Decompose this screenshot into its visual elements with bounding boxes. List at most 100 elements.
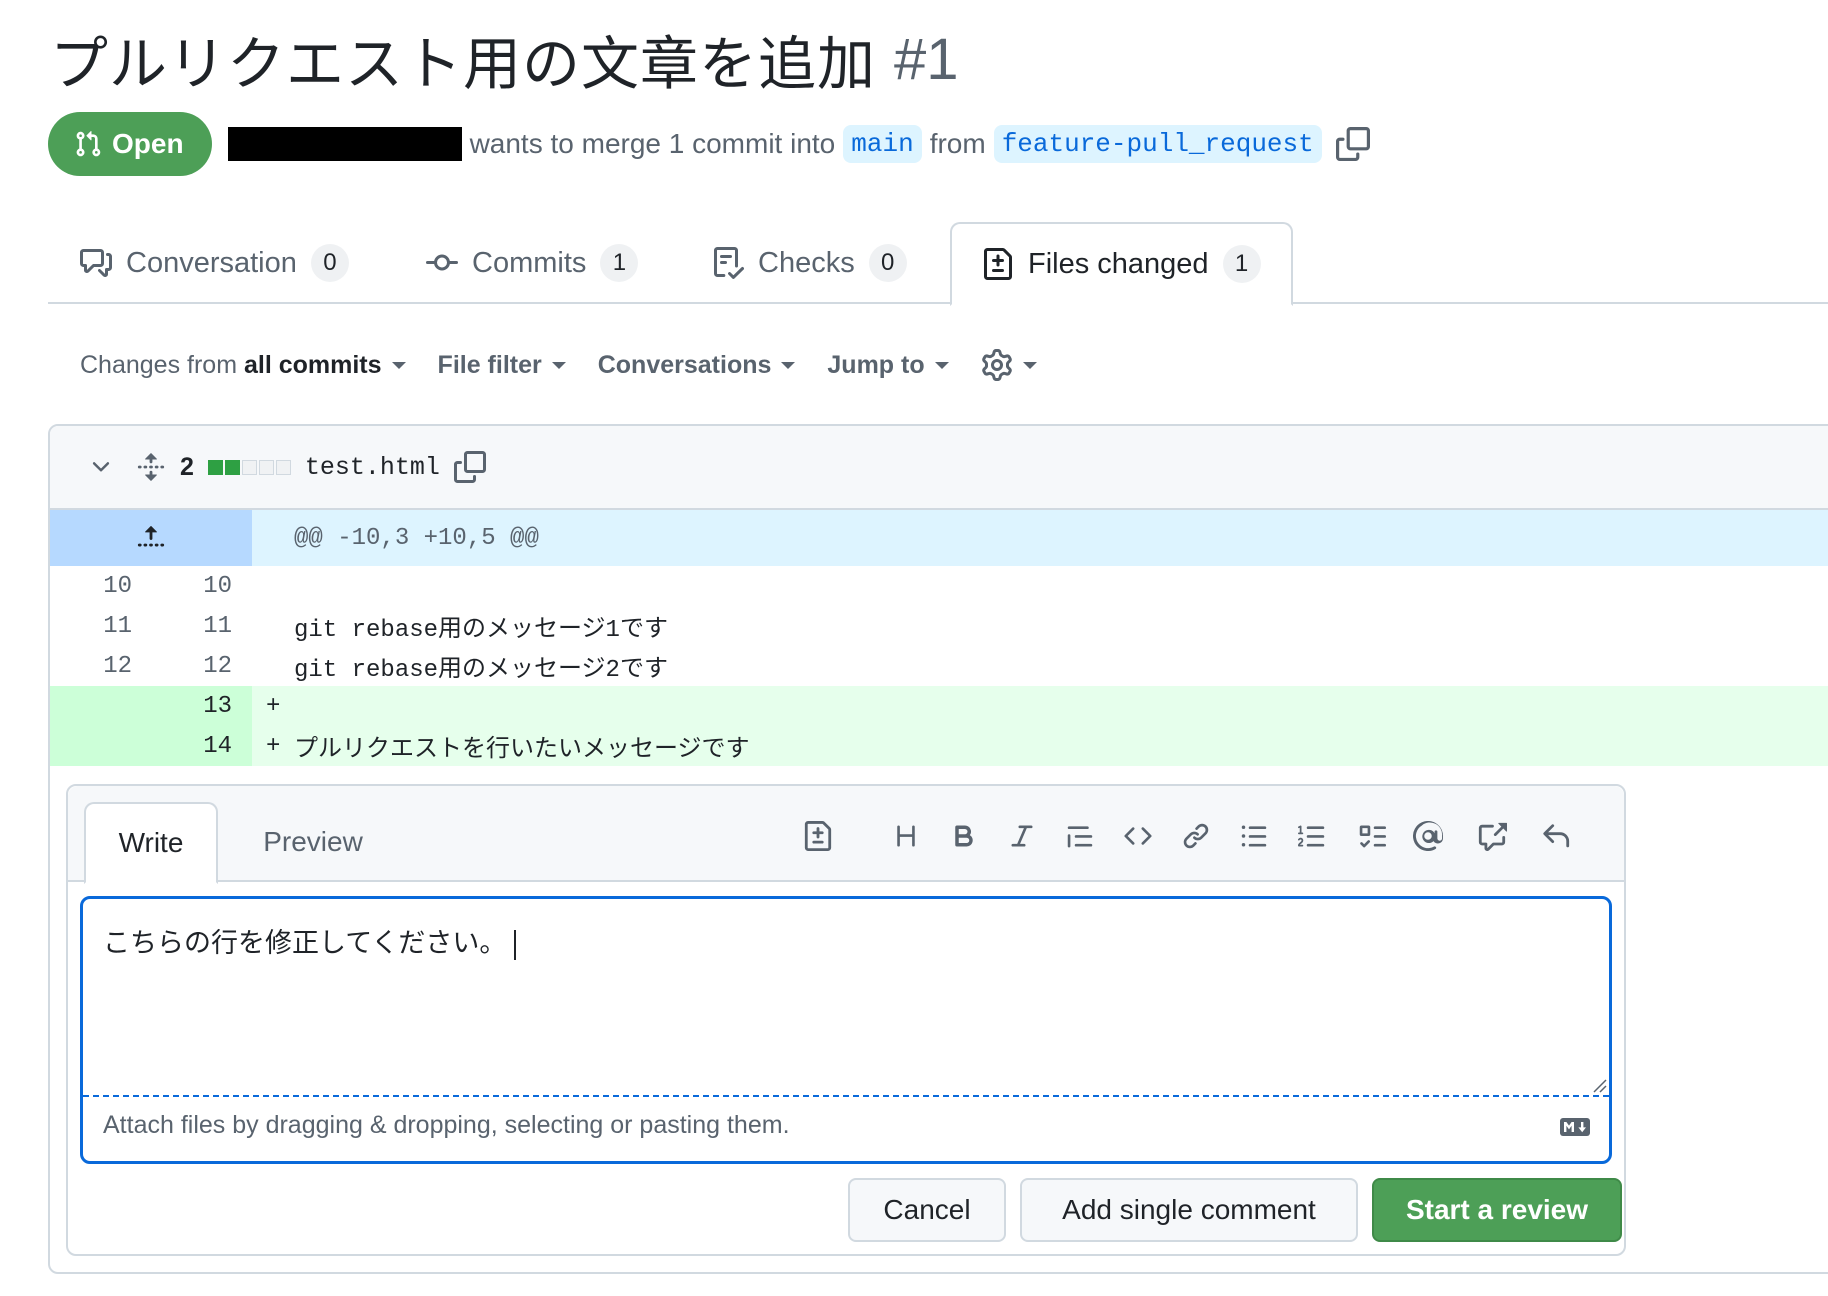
jump-to-label: Jump to — [827, 350, 925, 379]
file-change-count: 2 — [180, 452, 194, 481]
expand-up-icon[interactable] — [50, 510, 252, 566]
checklist-icon — [712, 247, 744, 279]
quote-icon[interactable] — [1060, 816, 1100, 856]
cancel-button[interactable]: Cancel — [848, 1178, 1006, 1242]
bold-icon[interactable] — [944, 816, 984, 856]
conversations-label: Conversations — [597, 350, 772, 379]
caret-down-icon — [551, 361, 566, 369]
new-line-number[interactable]: 10 — [132, 573, 232, 600]
reply-icon[interactable] — [1536, 816, 1576, 856]
changes-from-value: all commits — [243, 350, 382, 379]
file-diff: 2 test.html @@ -10,3 +10,5 @@ 10 10 11 1… — [48, 424, 1828, 1274]
attach-divider — [83, 1095, 1609, 1097]
markdown-icon[interactable] — [1559, 1117, 1591, 1137]
code-icon[interactable] — [1118, 816, 1158, 856]
diff-toolbar: Changes from all commits File filter Con… — [80, 340, 1069, 390]
diff-settings-dropdown[interactable] — [981, 349, 1037, 381]
file-name[interactable]: test.html — [305, 453, 440, 482]
pr-number: #1 — [894, 26, 959, 92]
tab-label: Commits — [472, 246, 587, 279]
unfold-icon[interactable] — [136, 452, 166, 482]
merge-text: wants to merge 1 commit into — [469, 128, 836, 159]
tab-counter: 1 — [1222, 245, 1261, 283]
diff-line-added: 14 + プルリクエストを行いたいメッセージです — [50, 726, 1828, 766]
git-pull-request-icon — [74, 130, 102, 158]
italic-icon[interactable] — [1002, 816, 1042, 856]
state-badge: Open — [48, 112, 212, 176]
comment-text: こちらの行を修正してください。 — [103, 921, 517, 960]
task-list-icon[interactable] — [1352, 816, 1392, 856]
addition-sign: + — [266, 692, 281, 720]
line-code: プルリクエストを行いたいメッセージです — [294, 737, 750, 764]
new-line-number[interactable]: 13 — [132, 693, 232, 720]
gear-icon — [981, 349, 1013, 381]
suggestion-icon[interactable] — [798, 816, 838, 856]
diffstat-block-neutral — [275, 459, 291, 475]
caret-down-icon — [391, 361, 406, 369]
hunk-text: @@ -10,3 +10,5 @@ — [294, 524, 539, 552]
tab-label: Files changed — [1028, 247, 1209, 280]
tab-counter: 0 — [310, 244, 349, 282]
comment-textarea[interactable]: こちらの行を修正してください。 Attach files by dragging… — [80, 896, 1612, 1164]
state-label: Open — [112, 128, 184, 159]
copy-icon[interactable] — [1335, 127, 1370, 161]
old-line-number[interactable]: 10 — [50, 573, 132, 600]
old-line-number[interactable]: 11 — [50, 613, 132, 640]
head-branch[interactable]: feature-pull_request — [993, 125, 1322, 163]
pr-title-text: プルリクエスト用の文章を追加 — [50, 30, 877, 98]
new-line-number[interactable]: 12 — [132, 653, 232, 680]
old-line-number[interactable]: 12 — [50, 653, 132, 680]
diffstat-block-neutral — [241, 459, 257, 475]
jump-to-dropdown[interactable]: Jump to — [827, 350, 949, 380]
caret-down-icon — [1022, 361, 1037, 369]
tab-label: Conversation — [126, 246, 297, 279]
new-line-number[interactable]: 14 — [132, 733, 232, 760]
pr-state-row: Open wants to merge 1 commit into main f… — [48, 112, 1370, 176]
diffstat-block-added — [224, 459, 240, 475]
caret-down-icon — [934, 361, 949, 369]
diff-line: 11 11 git rebase用のメッセージ1です — [50, 606, 1828, 646]
file-filter-label: File filter — [437, 350, 542, 379]
inline-comment-form: Write Preview こちらの行を修正してください。 Attach fil… — [66, 784, 1626, 1256]
cross-reference-icon[interactable] — [1472, 816, 1512, 856]
mention-icon[interactable] — [1408, 816, 1448, 856]
tab-checks[interactable]: Checks 0 — [712, 222, 907, 304]
line-code: git rebase用のメッセージ1です — [294, 617, 668, 644]
hunk-header: @@ -10,3 +10,5 @@ — [50, 510, 1828, 566]
git-commit-icon — [426, 247, 458, 279]
tab-conversation[interactable]: Conversation 0 — [80, 222, 349, 304]
tab-counter: 0 — [868, 244, 907, 282]
start-review-button[interactable]: Start a review — [1372, 1178, 1622, 1242]
tab-counter: 1 — [600, 244, 639, 282]
attach-files-hint[interactable]: Attach files by dragging & dropping, sel… — [103, 1111, 790, 1140]
file-filter-dropdown[interactable]: File filter — [438, 351, 566, 380]
add-single-comment-button[interactable]: Add single comment — [1020, 1178, 1358, 1242]
new-line-number[interactable]: 11 — [132, 613, 232, 640]
file-diff-icon — [982, 248, 1014, 280]
link-icon[interactable] — [1176, 816, 1216, 856]
comment-discussion-icon — [80, 247, 112, 279]
diff-line: 10 10 — [50, 566, 1828, 606]
diffstat-block-neutral — [258, 459, 274, 475]
line-code: git rebase用のメッセージ2です — [294, 657, 668, 684]
changes-from-prefix: Changes from — [80, 350, 238, 379]
tab-files-changed[interactable]: Files changed 1 — [950, 222, 1293, 306]
base-branch[interactable]: main — [843, 125, 922, 163]
pr-title: プルリクエスト用の文章を追加 #1 — [50, 14, 959, 104]
unordered-list-icon[interactable] — [1234, 816, 1274, 856]
diff-line-added: 13 + — [50, 686, 1828, 726]
chevron-down-icon[interactable] — [88, 454, 114, 480]
diffstat-block-added — [207, 459, 223, 475]
merge-from-text: from — [929, 128, 986, 159]
copy-path-icon[interactable] — [453, 451, 486, 483]
diffstat — [207, 459, 291, 475]
comment-editor-header: Write Preview — [68, 786, 1624, 884]
tab-commits[interactable]: Commits 1 — [426, 222, 639, 304]
tab-label: Checks — [758, 246, 855, 279]
resize-grip-icon[interactable] — [1589, 1075, 1607, 1093]
heading-icon[interactable] — [886, 816, 926, 856]
ordered-list-icon[interactable] — [1292, 816, 1332, 856]
conversations-dropdown[interactable]: Conversations — [598, 351, 796, 380]
pr-tabs: Conversation 0 Commits 1 Checks 0 Files … — [48, 222, 1828, 306]
changes-from-dropdown[interactable]: Changes from all commits — [80, 351, 406, 380]
